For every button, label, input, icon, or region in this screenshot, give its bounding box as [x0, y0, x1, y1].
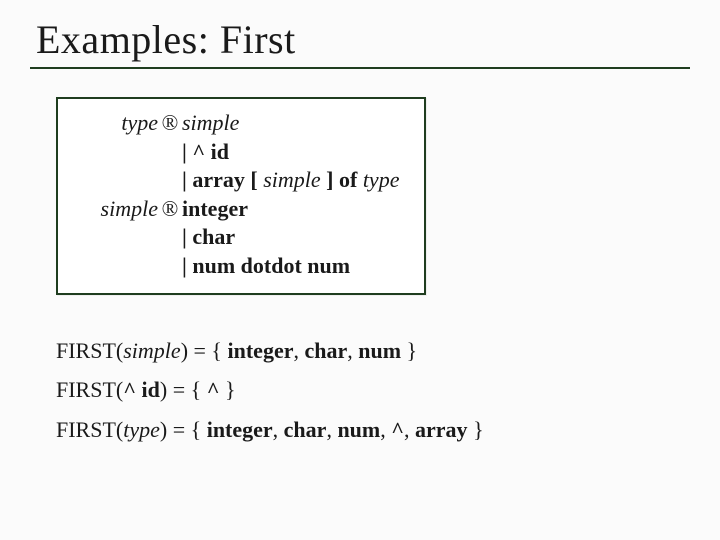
t: ,	[404, 417, 415, 442]
t: char	[284, 417, 327, 442]
arrow-icon: ®	[158, 109, 182, 138]
grammar-row: | ^ id	[72, 138, 410, 167]
tok: | array [	[182, 167, 263, 192]
rhs: simple	[182, 110, 239, 135]
t: char	[304, 338, 347, 363]
t: ,	[273, 417, 284, 442]
t: type	[123, 417, 160, 442]
t: simple	[123, 338, 180, 363]
tok: simple	[263, 167, 320, 192]
t: ^ id	[123, 377, 160, 402]
t: ) = {	[160, 377, 207, 402]
grammar-row: type®simple	[72, 109, 410, 138]
rhs: | char	[182, 224, 235, 249]
lhs: simple	[72, 195, 158, 224]
t: array	[415, 417, 468, 442]
rhs: | ^ id	[182, 139, 229, 164]
t: ^	[391, 417, 404, 442]
t: }	[468, 417, 484, 442]
t: ,	[347, 338, 358, 363]
slide: Examples: First type®simple | ^ id | arr…	[0, 0, 720, 540]
t: FIRST(	[56, 338, 123, 363]
t: ) = {	[181, 338, 228, 363]
rhs: | array [ simple ] of type	[182, 167, 399, 192]
t: FIRST(	[56, 377, 123, 402]
t: FIRST(	[56, 417, 123, 442]
first-line: FIRST(type) = { integer, char, num, ^, a…	[56, 410, 690, 450]
lhs: type	[72, 109, 158, 138]
tok: ] of	[321, 167, 363, 192]
first-line: FIRST(^ id) = { ^ }	[56, 370, 690, 410]
t: ,	[293, 338, 304, 363]
title-container: Examples: First	[30, 10, 690, 69]
t: ) = {	[160, 417, 207, 442]
rhs: | num dotdot num	[182, 253, 350, 278]
page-title: Examples: First	[36, 16, 690, 63]
arrow-icon: ®	[158, 195, 182, 224]
grammar-row: | num dotdot num	[72, 252, 410, 281]
t: num	[358, 338, 401, 363]
t: }	[219, 377, 235, 402]
t: integer	[228, 338, 294, 363]
grammar-row: simple®integer	[72, 195, 410, 224]
grammar-box: type®simple | ^ id | array [ simple ] of…	[56, 97, 426, 295]
t: integer	[207, 417, 273, 442]
grammar-row: | array [ simple ] of type	[72, 166, 410, 195]
t: }	[401, 338, 417, 363]
t: ^	[207, 377, 220, 402]
t: num	[337, 417, 380, 442]
t: ,	[380, 417, 391, 442]
tok: type	[363, 167, 400, 192]
t: ,	[326, 417, 337, 442]
rhs: integer	[182, 196, 248, 221]
first-line: FIRST(simple) = { integer, char, num }	[56, 331, 690, 371]
grammar-row: | char	[72, 223, 410, 252]
first-sets: FIRST(simple) = { integer, char, num } F…	[56, 331, 690, 450]
